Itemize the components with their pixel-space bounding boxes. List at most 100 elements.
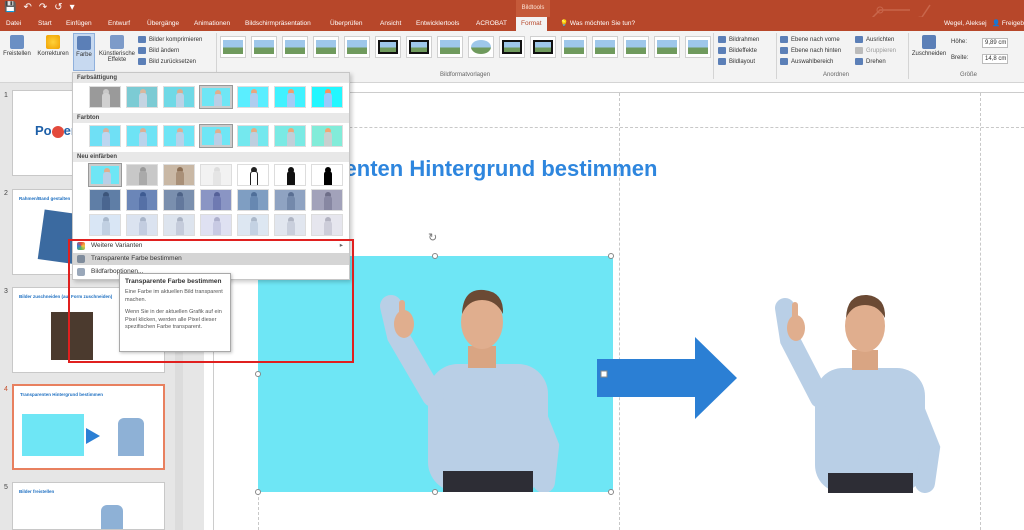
recolor-swatch[interactable] (311, 214, 343, 236)
hoehe-input[interactable]: 9,89 cm (982, 38, 1008, 48)
tone-swatch[interactable] (311, 125, 343, 147)
tab-ueberpruefen[interactable]: Überprüfen (330, 17, 363, 31)
tone-swatch[interactable] (274, 125, 306, 147)
picture-style-12[interactable] (561, 36, 587, 58)
picture-style-9[interactable] (468, 36, 494, 58)
person-transparent-figure[interactable] (760, 278, 950, 493)
saturation-swatch[interactable] (274, 86, 306, 108)
recolor-swatch[interactable] (200, 164, 232, 186)
breite-input[interactable]: 14,8 cm (982, 54, 1008, 64)
resize-handle[interactable] (432, 489, 438, 495)
drehen-button[interactable]: Drehen (855, 58, 886, 65)
tell-me-search[interactable]: 💡 Was möchten Sie tun? (560, 17, 635, 31)
picture-style-7[interactable] (406, 36, 432, 58)
recolor-swatch[interactable] (200, 189, 232, 211)
recolor-swatch[interactable] (89, 214, 121, 236)
tab-uebergaenge[interactable]: Übergänge (147, 17, 179, 31)
undo-icon[interactable]: ↶ (23, 2, 31, 13)
recolor-swatch[interactable] (163, 164, 195, 186)
picture-style-4[interactable] (313, 36, 339, 58)
rotate-handle-icon[interactable]: ↻ (428, 231, 437, 244)
saturation-swatch[interactable] (237, 86, 269, 108)
slide-heading[interactable]: renten Hintergrund bestimmen (336, 156, 657, 182)
picture-style-6[interactable] (375, 36, 401, 58)
ausrichten-button[interactable]: Ausrichten (855, 36, 894, 43)
recolor-swatch-selected[interactable] (88, 163, 122, 187)
resize-handle[interactable] (608, 253, 614, 259)
ebene-vorne-button[interactable]: Ebene nach vorne (780, 36, 840, 43)
share-button[interactable]: 👤 Freigeb (992, 17, 1024, 31)
recolor-swatch[interactable] (163, 189, 195, 211)
tone-swatch[interactable] (237, 125, 269, 147)
farbe-button[interactable]: Farbe (73, 33, 95, 71)
recolor-swatch[interactable] (237, 164, 269, 186)
recolor-swatch[interactable] (274, 164, 306, 186)
recolor-swatch[interactable] (126, 189, 158, 211)
recolor-swatch[interactable] (237, 214, 269, 236)
save-icon[interactable]: 💾 (4, 2, 16, 13)
picture-style-15[interactable] (654, 36, 680, 58)
tab-entwicklertools[interactable]: Entwicklertools (416, 17, 459, 31)
picture-style-5[interactable] (344, 36, 370, 58)
tab-acrobat[interactable]: ACROBAT (476, 17, 507, 31)
redo-icon[interactable]: ↷ (39, 2, 47, 13)
auswahlbereich-button[interactable]: Auswahlbereich (780, 58, 833, 65)
korrekturen-button[interactable]: Korrekturen (34, 35, 72, 57)
bildrahmen-button[interactable]: Bildrahmen (718, 36, 759, 43)
arrow-right-icon[interactable] (597, 337, 737, 419)
recolor-swatch[interactable] (126, 164, 158, 186)
recolor-swatch[interactable] (89, 189, 121, 211)
tone-swatch[interactable] (126, 125, 158, 147)
tone-swatch-selected[interactable] (199, 124, 233, 148)
zuschneiden-button[interactable]: Zuschneiden (910, 35, 948, 57)
picture-style-2[interactable] (251, 36, 277, 58)
tab-datei[interactable]: Datei (6, 17, 21, 31)
recolor-swatch[interactable] (200, 214, 232, 236)
kuenstlerische-effekte-button[interactable]: Künstlerische Effekte (98, 35, 136, 63)
repeat-icon[interactable]: ↺ (54, 2, 62, 13)
picture-style-1[interactable] (220, 36, 246, 58)
tab-animationen[interactable]: Animationen (194, 17, 230, 31)
recolor-swatch[interactable] (311, 164, 343, 186)
tab-ansicht[interactable]: Ansicht (380, 17, 401, 31)
bildlayout-button[interactable]: Bildlayout (718, 58, 755, 65)
bilder-komprimieren-button[interactable]: Bilder komprimieren (138, 36, 202, 43)
ebene-hinten-button[interactable]: Ebene nach hinten (780, 47, 841, 54)
picture-style-8[interactable] (437, 36, 463, 58)
picture-style-10[interactable] (499, 36, 525, 58)
tab-format[interactable]: Format (516, 17, 547, 31)
slide-thumbnail-4[interactable]: Transparenten Hintergrund bestimmen (12, 384, 165, 470)
picture-style-13[interactable] (592, 36, 618, 58)
freistellen-button[interactable]: Freistellen (2, 35, 32, 57)
saturation-swatch[interactable] (89, 86, 121, 108)
resize-handle[interactable] (608, 489, 614, 495)
recolor-swatch[interactable] (237, 189, 269, 211)
tab-start[interactable]: Start (38, 17, 52, 31)
tone-swatch[interactable] (163, 125, 195, 147)
bild-aendern-button[interactable]: Bild ändern (138, 47, 179, 54)
saturation-swatch-selected[interactable] (199, 85, 233, 109)
tone-swatch[interactable] (89, 125, 121, 147)
tab-entwurf[interactable]: Entwurf (108, 17, 130, 31)
recolor-swatch[interactable] (126, 214, 158, 236)
customize-icon[interactable]: ▾ (70, 2, 75, 13)
picture-style-11[interactable] (530, 36, 556, 58)
resize-handle[interactable] (255, 371, 261, 377)
slide-thumbnail-5[interactable]: Bilder freistellen (12, 482, 165, 530)
picture-style-14[interactable] (623, 36, 649, 58)
saturation-swatch[interactable] (163, 86, 195, 108)
saturation-swatch[interactable] (311, 86, 343, 108)
picture-style-3[interactable] (282, 36, 308, 58)
bildeffekte-button[interactable]: Bildeffekte (718, 47, 757, 54)
resize-handle[interactable] (432, 253, 438, 259)
tab-bildschirmpraesentation[interactable]: Bildschirmpräsentation (245, 17, 311, 31)
saturation-swatch[interactable] (126, 86, 158, 108)
recolor-swatch[interactable] (274, 189, 306, 211)
resize-handle[interactable] (255, 489, 261, 495)
tab-einfuegen[interactable]: Einfügen (66, 17, 92, 31)
gruppieren-button[interactable]: Gruppieren (855, 47, 896, 54)
bild-zuruecksetzen-button[interactable]: Bild zurücksetzen (138, 58, 196, 65)
recolor-swatch[interactable] (163, 214, 195, 236)
recolor-swatch[interactable] (311, 189, 343, 211)
recolor-swatch[interactable] (274, 214, 306, 236)
